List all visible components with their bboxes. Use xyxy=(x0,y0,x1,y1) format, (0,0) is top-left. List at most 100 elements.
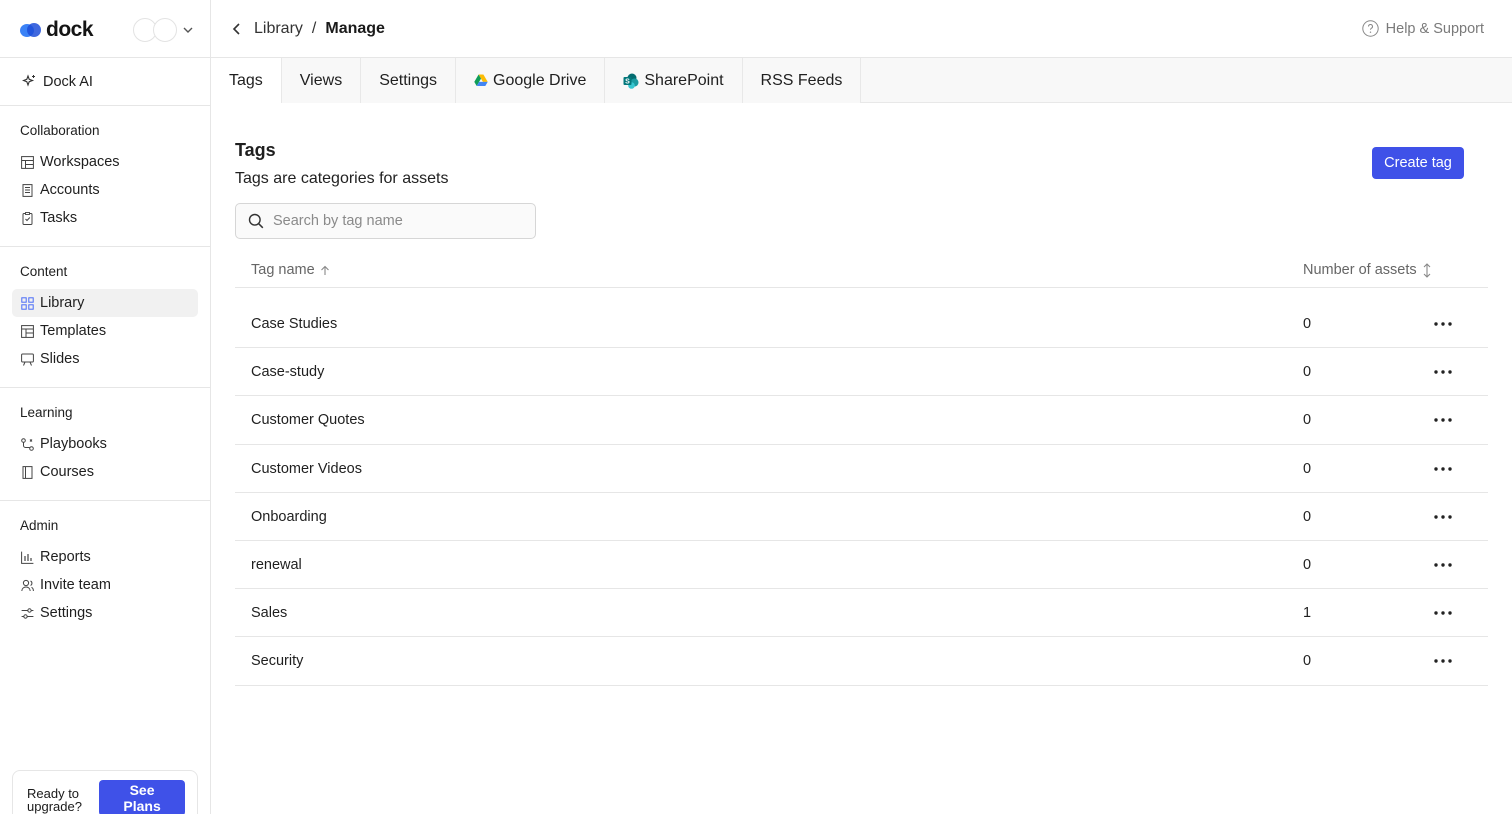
asset-count: 0 xyxy=(1303,508,1312,525)
tag-name: Sales xyxy=(251,605,288,622)
table-row[interactable]: Customer Videos 0 xyxy=(235,445,1488,493)
more-options-icon[interactable] xyxy=(1431,651,1455,671)
sidebar-item-slides[interactable]: Slides xyxy=(12,345,198,373)
sidebar-item-settings[interactable]: Settings xyxy=(12,599,198,627)
tab-views[interactable]: Views xyxy=(281,58,362,103)
dock-logo-icon xyxy=(20,22,42,38)
create-tag-button[interactable]: Create tag xyxy=(1372,147,1464,179)
more-options-icon[interactable] xyxy=(1431,410,1455,430)
brand-name: dock xyxy=(46,18,94,41)
upgrade-card: Ready to upgrade? See Plans xyxy=(12,770,198,814)
sidebar-item-label: Accounts xyxy=(40,182,100,198)
more-options-icon[interactable] xyxy=(1431,507,1455,527)
breadcrumb-current: Manage xyxy=(325,19,385,37)
search-box xyxy=(235,203,536,239)
svg-text:S: S xyxy=(626,78,631,85)
more-options-icon[interactable] xyxy=(1431,362,1455,382)
topbar: Library / Manage Help & Support xyxy=(211,0,1512,58)
brand-bar: dock xyxy=(0,0,210,58)
sidebar-item-playbooks[interactable]: Playbooks xyxy=(12,430,198,458)
see-plans-button[interactable]: See Plans xyxy=(99,780,185,814)
table-row[interactable]: Customer Quotes 0 xyxy=(235,396,1488,445)
column-label: Tag name xyxy=(251,262,315,278)
accounts-icon xyxy=(22,183,33,197)
playbooks-icon xyxy=(21,437,34,451)
sidebar-item-label: Playbooks xyxy=(40,436,107,452)
sidebar-item-tasks[interactable]: Tasks xyxy=(12,204,198,232)
tab-settings[interactable]: Settings xyxy=(361,58,456,103)
tag-name: Security xyxy=(251,653,304,670)
sparkle-icon xyxy=(22,74,35,87)
sidebar-item-label: Tasks xyxy=(40,210,78,226)
sort-ascending-icon xyxy=(320,265,329,275)
slides-icon xyxy=(21,353,34,366)
section-title: Learning xyxy=(20,405,73,420)
reports-icon xyxy=(21,551,34,564)
column-header-number-of-assets[interactable]: Number of assets xyxy=(1303,262,1432,278)
sidebar-item-label: Reports xyxy=(40,549,91,565)
more-options-icon[interactable] xyxy=(1431,314,1455,334)
sidebar-item-courses[interactable]: Courses xyxy=(12,458,198,486)
sidebar-item-workspaces[interactable]: Workspaces xyxy=(12,148,198,176)
asset-count: 0 xyxy=(1303,364,1312,381)
search-icon xyxy=(248,213,264,229)
column-label: Number of assets xyxy=(1303,262,1417,278)
table-row[interactable]: Case-study 0 xyxy=(235,348,1488,397)
sidebar-item-accounts[interactable]: Accounts xyxy=(12,176,198,204)
sidebar-item-templates[interactable]: Templates xyxy=(12,317,198,345)
sidebar-item-label: Invite team xyxy=(40,577,111,593)
workspaces-icon xyxy=(21,155,34,169)
tag-name: Onboarding xyxy=(251,508,327,525)
tab-label: RSS Feeds xyxy=(760,71,843,89)
table-row[interactable]: Security 0 xyxy=(235,637,1488,686)
dock-logo[interactable]: dock xyxy=(20,18,94,42)
section-title: Admin xyxy=(20,518,59,533)
search-input[interactable] xyxy=(273,213,513,229)
more-options-icon[interactable] xyxy=(1431,555,1455,575)
help-support-link[interactable]: Help & Support xyxy=(1361,20,1484,37)
asset-count: 0 xyxy=(1303,653,1312,670)
sidebar-item-label: Library xyxy=(40,295,85,311)
breadcrumb-separator: / xyxy=(311,19,317,37)
tasks-icon xyxy=(22,211,33,225)
sidebar-section-admin: Admin Reports Invite team Settings xyxy=(0,501,210,641)
tab-label: Tags xyxy=(229,71,263,89)
tab-tags[interactable]: Tags xyxy=(211,58,282,103)
sidebar-item-invite-team[interactable]: Invite team xyxy=(12,571,198,599)
breadcrumb-library[interactable]: Library xyxy=(254,20,303,38)
upgrade-text: Ready to upgrade? xyxy=(27,786,82,814)
invite-team-icon xyxy=(21,579,34,591)
more-options-icon[interactable] xyxy=(1431,603,1455,623)
table-row[interactable]: renewal 0 xyxy=(235,541,1488,590)
sort-both-icon xyxy=(1423,262,1431,278)
table-row[interactable]: Sales 1 xyxy=(235,589,1488,638)
tab-google-drive[interactable]: Google Drive xyxy=(456,58,606,103)
tab-sharepoint[interactable]: S SharePoint xyxy=(605,58,743,103)
settings-icon xyxy=(21,607,34,619)
page-subtitle: Tags are categories for assets xyxy=(235,170,449,187)
back-arrow-icon[interactable] xyxy=(231,22,243,36)
workspace-switcher[interactable] xyxy=(133,18,195,42)
more-options-icon[interactable] xyxy=(1431,459,1455,479)
sidebar-item-library[interactable]: Library xyxy=(12,289,198,317)
workspace-avatar xyxy=(153,18,177,42)
breadcrumb: Library / Manage xyxy=(254,20,385,38)
sharepoint-icon: S xyxy=(623,73,639,89)
tag-name: Case Studies xyxy=(251,316,338,332)
tag-name: Case-study xyxy=(251,364,325,381)
sidebar-section-content: Content Library Templates Slides xyxy=(0,247,210,388)
sidebar-item-reports[interactable]: Reports xyxy=(12,543,198,571)
dock-ai-button[interactable]: Dock AI xyxy=(0,58,210,106)
tab-label: SharePoint xyxy=(644,71,724,89)
asset-count: 0 xyxy=(1303,316,1312,332)
table-row[interactable]: Case Studies 0 xyxy=(235,300,1488,349)
tab-rss-feeds[interactable]: RSS Feeds xyxy=(742,58,862,103)
table-row[interactable]: Onboarding 0 xyxy=(235,493,1488,541)
google-drive-icon xyxy=(474,74,488,86)
page-title: Tags xyxy=(235,140,276,160)
dock-ai-label: Dock AI xyxy=(43,73,93,90)
help-icon xyxy=(1361,20,1379,37)
column-header-tag-name[interactable]: Tag name xyxy=(251,262,330,278)
sidebar-item-label: Workspaces xyxy=(40,154,120,170)
courses-icon xyxy=(22,465,33,479)
